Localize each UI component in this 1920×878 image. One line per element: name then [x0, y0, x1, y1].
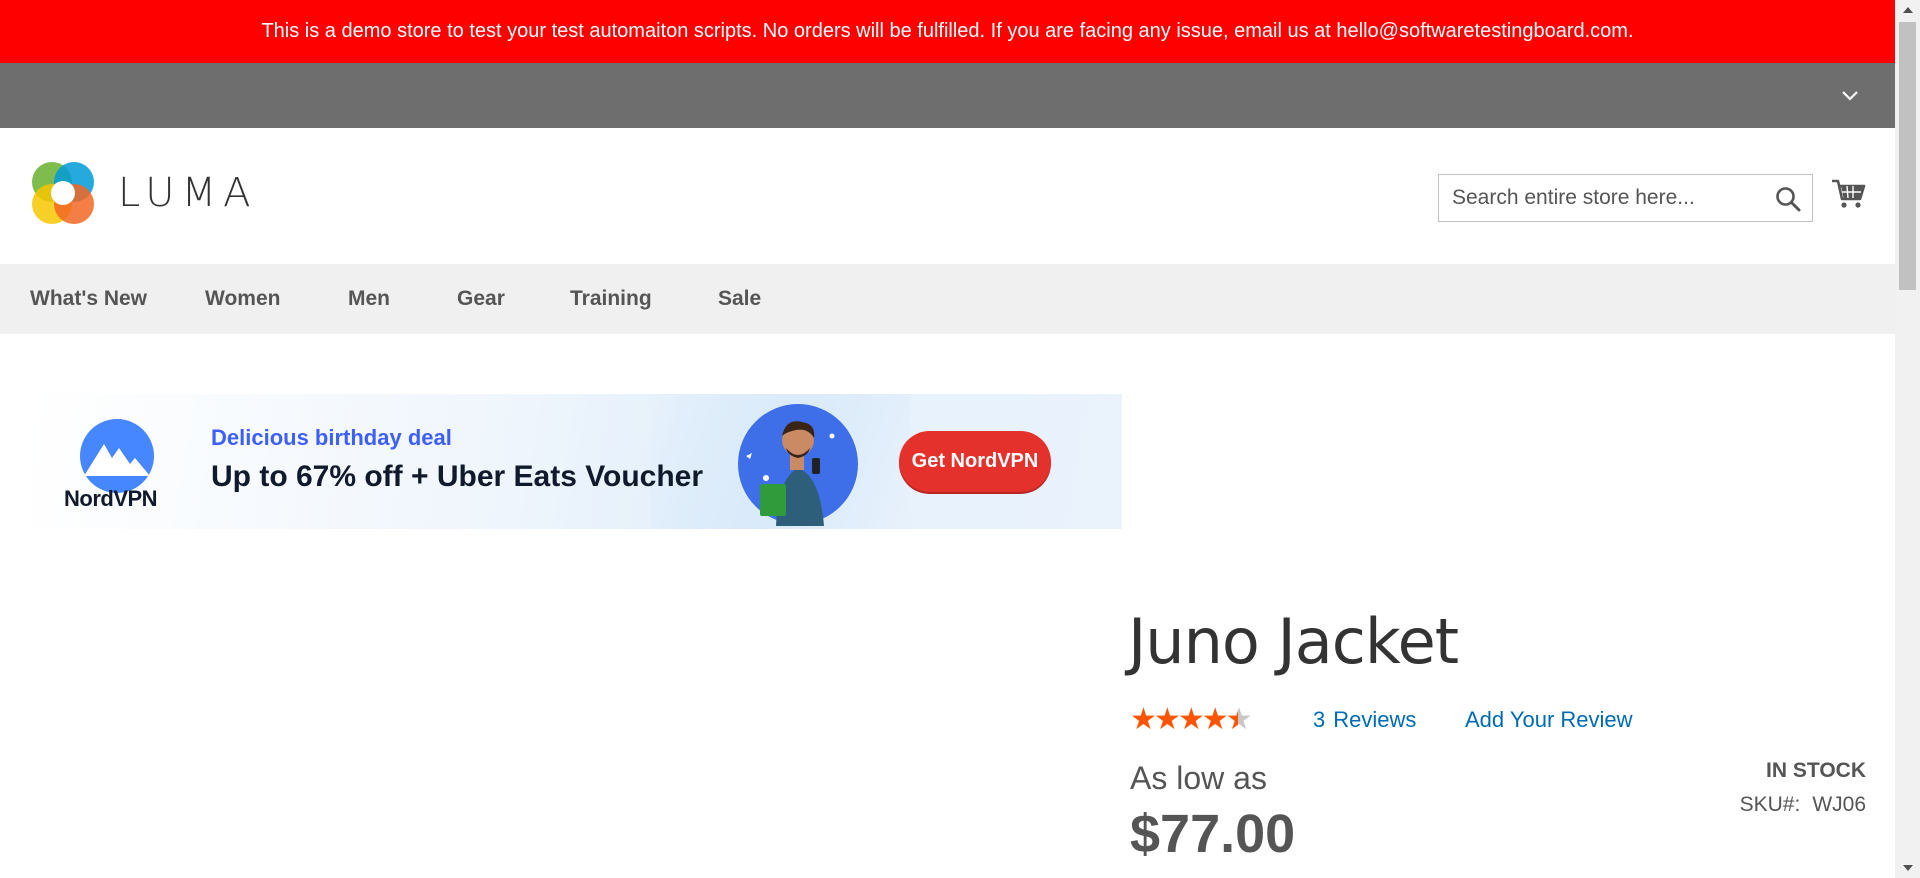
- nav-item-men[interactable]: Men: [348, 264, 390, 334]
- ad-headline: Up to 67% off + Uber Eats Voucher: [211, 460, 704, 493]
- add-your-review-link[interactable]: Add Your Review: [1465, 707, 1633, 733]
- logo-text: LUMA: [118, 170, 258, 216]
- reviews-link[interactable]: 3 Reviews: [1313, 707, 1416, 733]
- store-logo[interactable]: LUMA: [30, 160, 257, 226]
- star-icon: ★: [1177, 703, 1205, 736]
- scrollbar-thumb[interactable]: [1899, 22, 1916, 290]
- chevron-down-icon[interactable]: [1835, 81, 1865, 111]
- search-icon[interactable]: [1774, 185, 1802, 213]
- nav-item-training[interactable]: Training: [570, 264, 652, 334]
- search-input[interactable]: [1439, 176, 1759, 220]
- ad-person-illustration: [738, 404, 858, 526]
- nav-item-sale[interactable]: Sale: [718, 264, 761, 334]
- product-sku: SKU#: WJ06: [1740, 793, 1866, 817]
- demo-notice-text: This is a demo store to test your test a…: [261, 20, 1634, 42]
- price-label: As low as: [1130, 760, 1267, 796]
- ad-tagline: Delicious birthday deal: [211, 425, 452, 450]
- page-scrollbar[interactable]: [1895, 0, 1920, 878]
- product-title: Juno Jacket: [1128, 605, 1459, 678]
- ad-brand-name: NordVPN: [64, 486, 158, 511]
- sku-label: SKU#:: [1739, 793, 1801, 816]
- main-navigation: What's New Women Men Gear Training Sale: [0, 264, 1895, 334]
- luma-logo-icon: [32, 162, 94, 224]
- get-nordvpn-button[interactable]: Get NordVPN: [899, 431, 1051, 492]
- nordvpn-ad-banner[interactable]: NordVPN Delicious birthday deal Up to 67…: [30, 394, 1122, 529]
- sku-value: WJ06: [1812, 793, 1866, 816]
- star-icon: ★: [1153, 703, 1181, 736]
- scroll-up-arrow-icon[interactable]: [1895, 0, 1920, 20]
- search-box: [1438, 174, 1813, 222]
- nav-item-gear[interactable]: Gear: [457, 264, 505, 334]
- header-panel: [0, 63, 1895, 128]
- star-icon: ★: [1201, 703, 1229, 736]
- nav-item-whats-new[interactable]: What's New: [30, 264, 147, 334]
- reviews-label: Reviews: [1333, 707, 1417, 732]
- page-header: LUMA: [0, 128, 1895, 264]
- product-price: $77.00: [1130, 804, 1296, 864]
- scroll-down-arrow-icon[interactable]: [1895, 858, 1920, 878]
- stock-status: In stock: [1766, 759, 1866, 782]
- review-count: 3: [1313, 707, 1326, 732]
- cart-icon[interactable]: [1830, 176, 1866, 212]
- nav-item-women[interactable]: Women: [205, 264, 280, 334]
- star-icon: ★: [1130, 703, 1157, 736]
- rating-stars: ★ ★ ★ ★ ★: [1130, 703, 1253, 736]
- demo-store-notice: This is a demo store to test your test a…: [0, 0, 1895, 63]
- half-star-icon: ★: [1225, 703, 1253, 736]
